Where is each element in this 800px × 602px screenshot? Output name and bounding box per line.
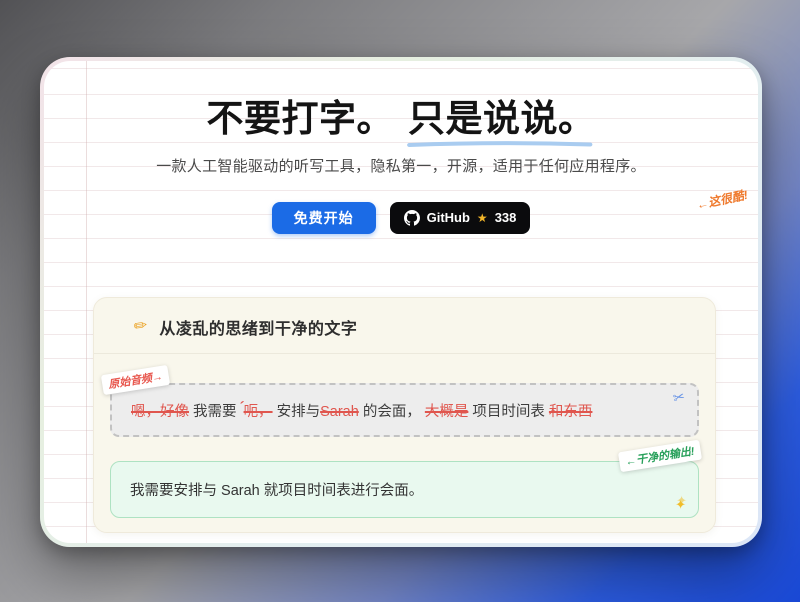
- kept-segment: 的会面，: [359, 404, 425, 420]
- sparkles-icon: ✦: [675, 498, 686, 511]
- page-frame: 不要打字。只是说说。 ←这很酷! 一款人工智能驱动的听写工具，隐私第一，开源，适…: [40, 57, 762, 547]
- clean-output-box: 我需要安排与 Sarah 就项目时间表进行会面。 ✦: [110, 461, 699, 518]
- struck-segment: Sarah: [320, 404, 359, 420]
- github-button[interactable]: GitHub ★ 338: [390, 202, 531, 234]
- github-star-count: 338: [495, 210, 517, 225]
- page-title: 不要打字。只是说说。: [44, 99, 758, 140]
- kept-segment: 安排与: [273, 404, 321, 420]
- demo-title: 从凌乱的思绪到干净的文字: [159, 315, 357, 339]
- clean-output-section: ←干净的输出! 我需要安排与 Sarah 就项目时间表进行会面。 ✦: [110, 461, 699, 518]
- hand-underline-decoration: [406, 140, 594, 148]
- hero-section: 不要打字。只是说说。 ←这很酷! 一款人工智能驱动的听写工具，隐私第一，开源，适…: [44, 99, 758, 234]
- struck-segment: 呃，: [244, 404, 273, 420]
- pencil-icon: ✏: [133, 318, 149, 336]
- demo-header: ✏ 从凌乱的思绪到干净的文字: [94, 298, 715, 354]
- hero-subtitle: 一款人工智能驱动的听写工具，隐私第一，开源，适用于任何应用程序。: [44, 155, 758, 176]
- desktop-background: 不要打字。只是说说。 ←这很酷! 一款人工智能驱动的听写工具，隐私第一，开源，适…: [0, 0, 800, 602]
- get-started-button[interactable]: 免费开始: [272, 202, 376, 234]
- landing-page: 不要打字。只是说说。 ←这很酷! 一款人工智能驱动的听写工具，隐私第一，开源，适…: [44, 61, 758, 543]
- demo-card: ✏ 从凌乱的思绪到干净的文字 原始音频→ 嗯，好像 我需要 ´呃， 安排与Sar…: [93, 297, 716, 533]
- clean-output-text: 我需要安排与 Sarah 就项目时间表进行会面。: [130, 479, 423, 500]
- struck-segment: 大概是: [425, 404, 469, 420]
- kept-segment: 我需要: [189, 404, 241, 420]
- title-part-2: 只是说说。: [408, 99, 596, 140]
- struck-segment: 和东西: [549, 404, 593, 420]
- github-label: GitHub: [427, 210, 470, 225]
- github-icon: [404, 210, 420, 226]
- struck-segment: 嗯，好像: [131, 404, 189, 420]
- raw-transcript-text: 嗯，好像 我需要 ´呃， 安排与Sarah 的会面， 大概是 项目时间表 和东西: [131, 398, 592, 422]
- title-part-1: 不要打字。: [207, 98, 395, 139]
- title-part-2-text: 只是说说。: [408, 98, 596, 139]
- star-icon: ★: [477, 212, 488, 224]
- raw-transcript-box: 嗯，好像 我需要 ´呃， 安排与Sarah 的会面， 大概是 项目时间表 和东西…: [110, 383, 699, 437]
- scissors-icon: ✂: [672, 389, 687, 406]
- raw-audio-section: 原始音频→ 嗯，好像 我需要 ´呃， 安排与Sarah 的会面， 大概是 项目时…: [110, 383, 699, 437]
- cta-row: 免费开始 GitHub ★ 338: [44, 202, 758, 234]
- kept-segment: 项目时间表: [468, 404, 549, 420]
